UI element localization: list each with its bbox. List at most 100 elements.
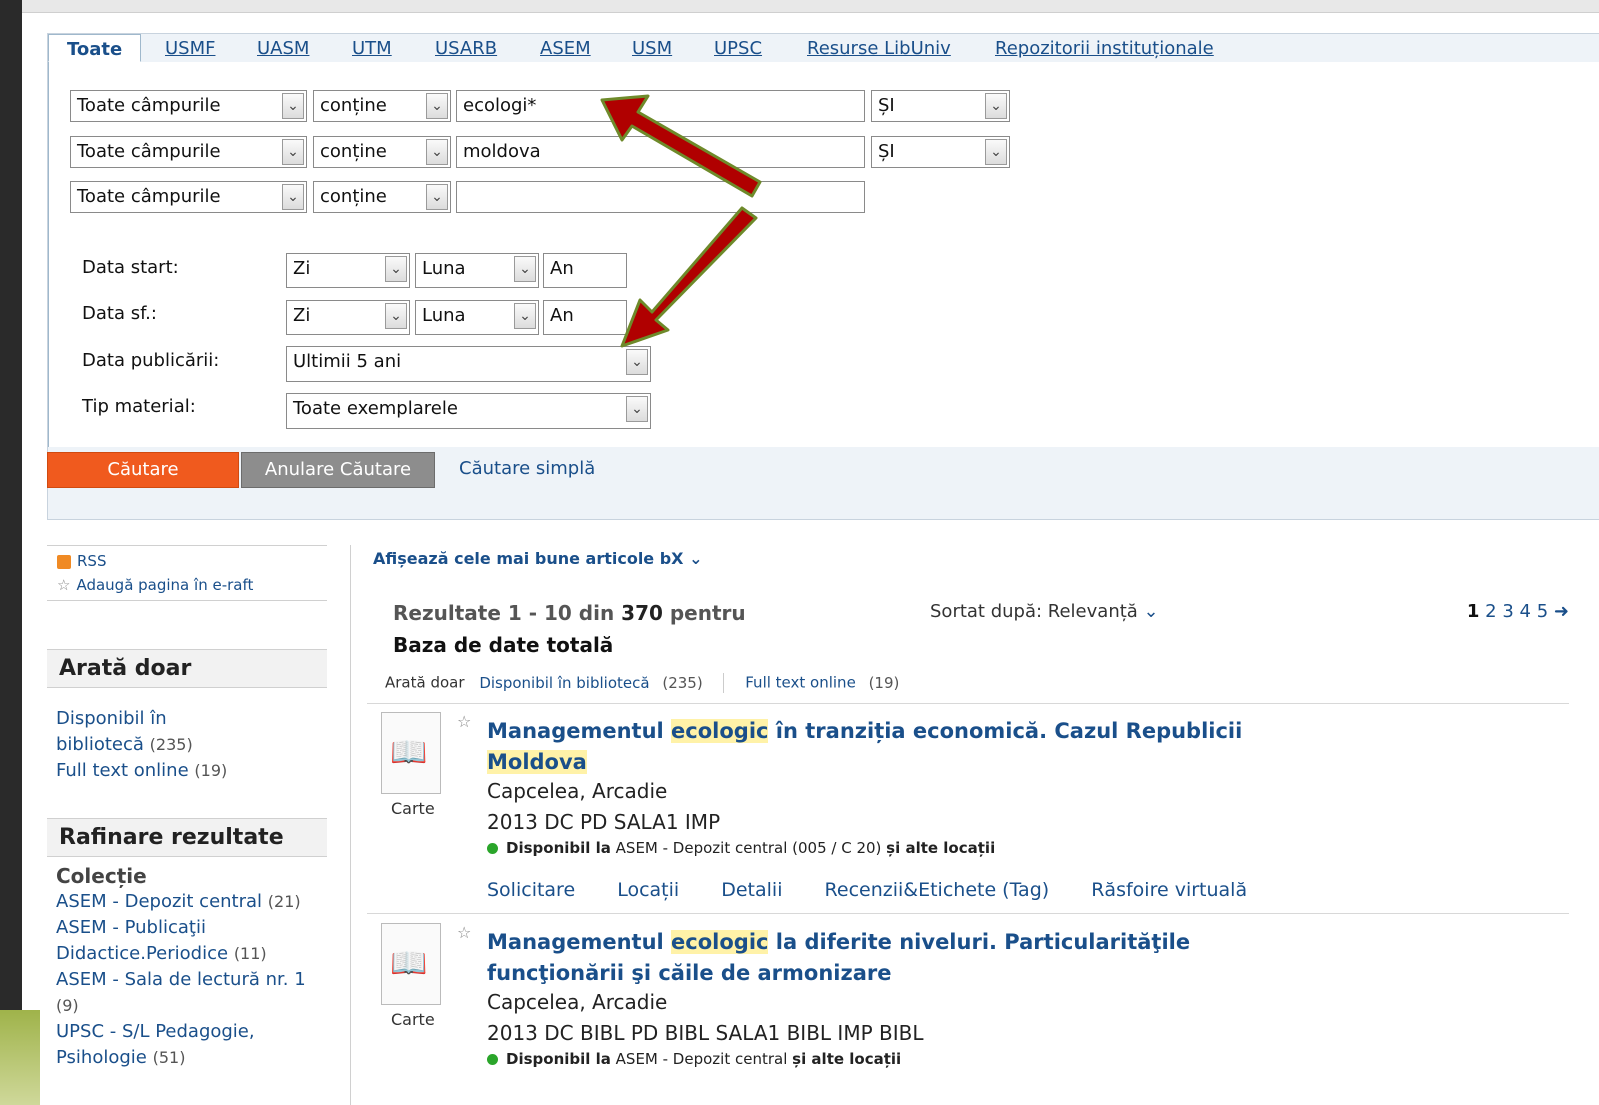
rss-link[interactable]: RSS bbox=[57, 552, 317, 570]
page-1[interactable]: 1 bbox=[1467, 601, 1480, 622]
page-3[interactable]: 3 bbox=[1502, 601, 1513, 622]
reviews-tags-link[interactable]: Recenzii&Etichete (Tag) bbox=[825, 879, 1050, 901]
facet-available[interactable]: Disponibil în bibliotecă (235) bbox=[56, 706, 256, 758]
book-thumbnail[interactable]: 📖 bbox=[381, 712, 441, 794]
filter-available-link[interactable]: Disponibil în bibliotecă bbox=[479, 674, 649, 692]
add-to-shelf-link[interactable]: ☆ Adaugă pagina în e-raft bbox=[57, 576, 317, 594]
divider bbox=[367, 913, 1569, 914]
tab-usmf[interactable]: USMF bbox=[165, 38, 215, 59]
start-month-select[interactable]: Luna ⌄ bbox=[415, 253, 539, 288]
chevron-down-icon: ⌄ bbox=[282, 93, 304, 119]
record-callnumber: 2013 DC BIBL PD BIBL SALA1 BIBL IMP BIBL bbox=[487, 1021, 924, 1045]
pub-date-select[interactable]: Ultimii 5 ani ⌄ bbox=[286, 346, 651, 382]
search-input-2[interactable]: moldova bbox=[456, 136, 865, 168]
facet-collection[interactable]: UPSC - S/L Pedagogie, Psihologie (51) bbox=[56, 1019, 318, 1071]
tab-resurse-libuniv[interactable]: Resurse LibUniv bbox=[807, 38, 951, 59]
facet-collection[interactable]: ASEM - Sala de lectură nr. 1 (9) bbox=[56, 967, 318, 1019]
chevron-down-icon: ⌄ bbox=[385, 303, 407, 329]
rss-icon bbox=[57, 554, 71, 569]
record-type: Carte bbox=[391, 1010, 435, 1029]
bx-articles-toggle[interactable]: Afișează cele mai bune articole bX ⌄ bbox=[373, 549, 703, 568]
database-name: Baza de date totală bbox=[393, 633, 614, 657]
start-date-label: Data start: bbox=[82, 257, 179, 278]
next-arrow-icon[interactable]: ➜ bbox=[1554, 601, 1569, 622]
search-button[interactable]: Căutare bbox=[47, 452, 239, 488]
page-5[interactable]: 5 bbox=[1537, 601, 1548, 622]
chevron-down-icon: ⌄ bbox=[426, 93, 448, 119]
sort-select[interactable]: Sortat după: Relevanță ⌄ bbox=[930, 601, 1159, 622]
star-icon[interactable]: ☆ bbox=[457, 923, 471, 942]
book-thumbnail[interactable]: 📖 bbox=[381, 923, 441, 1005]
chevron-down-icon: ⌄ bbox=[426, 184, 448, 210]
field-select-2[interactable]: Toate câmpurile ⌄ bbox=[70, 136, 307, 168]
library-tabs: Toate USMF UASM UTM USARB ASEM USM UPSC … bbox=[48, 34, 1599, 63]
divider bbox=[367, 703, 1569, 704]
availability-status: Disponibil la ASEM - Depozit central (00… bbox=[487, 839, 995, 857]
bool-select-2[interactable]: ȘI ⌄ bbox=[871, 136, 1010, 168]
page-2[interactable]: 2 bbox=[1485, 601, 1496, 622]
left-dark-bar bbox=[0, 0, 22, 1105]
record-type: Carte bbox=[391, 799, 435, 818]
availability-status: Disponibil la ASEM - Depozit central și … bbox=[487, 1050, 901, 1068]
page-4[interactable]: 4 bbox=[1520, 601, 1531, 622]
material-type-select[interactable]: Toate exemplarele ⌄ bbox=[286, 393, 651, 429]
button-bar: Căutare Anulare Căutare Căutare simplă bbox=[47, 452, 1599, 489]
chevron-down-icon: ⌄ bbox=[426, 139, 448, 165]
details-link[interactable]: Detalii bbox=[721, 879, 782, 901]
virtual-browse-link[interactable]: Răsfoire virtuală bbox=[1091, 879, 1247, 901]
record-title-link[interactable]: Managementul ecologic în tranziția econo… bbox=[487, 716, 1247, 778]
request-link[interactable]: Solicitare bbox=[487, 879, 575, 901]
tab-repozitorii[interactable]: Repozitorii instituționale bbox=[995, 38, 1214, 59]
chevron-down-icon: ⌄ bbox=[626, 396, 648, 422]
start-year-input[interactable]: An bbox=[543, 253, 627, 288]
simple-search-link[interactable]: Căutare simplă bbox=[459, 458, 595, 479]
tab-uasm[interactable]: UASM bbox=[257, 38, 309, 59]
start-day-select[interactable]: Zi ⌄ bbox=[286, 253, 410, 288]
operator-select-3[interactable]: conține ⌄ bbox=[313, 181, 451, 213]
filter-fulltext-link[interactable]: Full text online bbox=[745, 674, 856, 692]
available-dot-icon bbox=[487, 1054, 498, 1065]
record-callnumber: 2013 DC PD SALA1 IMP bbox=[487, 810, 721, 834]
facet-fulltext[interactable]: Full text online (19) bbox=[56, 758, 318, 784]
results-count: Rezultate 1 - 10 din 370 pentru bbox=[393, 601, 746, 625]
facet-collection[interactable]: ASEM - Publicaţii Didactice.Periodice (1… bbox=[56, 915, 318, 967]
record-actions: Solicitare Locații Detalii Recenzii&Etic… bbox=[487, 879, 1283, 901]
chevron-down-icon: ⌄ bbox=[385, 256, 407, 282]
end-year-input[interactable]: An bbox=[543, 300, 627, 335]
refine-heading: Rafinare rezultate bbox=[47, 818, 327, 857]
chevron-down-icon: ⌄ bbox=[626, 349, 648, 375]
bool-select-1[interactable]: ȘI ⌄ bbox=[871, 90, 1010, 122]
end-day-select[interactable]: Zi ⌄ bbox=[286, 300, 410, 335]
field-select-3[interactable]: Toate câmpurile ⌄ bbox=[70, 181, 307, 213]
record-title-link[interactable]: Managementul ecologic la diferite nivelu… bbox=[487, 927, 1247, 989]
show-only-heading: Arată doar bbox=[47, 649, 327, 688]
record-author: Capcelea, Arcadie bbox=[487, 779, 668, 803]
collection-heading: Colecție bbox=[56, 864, 147, 888]
operator-select-1[interactable]: conține ⌄ bbox=[313, 90, 451, 122]
book-icon: 📖 bbox=[390, 946, 428, 981]
star-icon: ☆ bbox=[57, 576, 71, 594]
tab-asem[interactable]: ASEM bbox=[540, 38, 591, 59]
end-month-select[interactable]: Luna ⌄ bbox=[415, 300, 539, 335]
search-input-3[interactable] bbox=[456, 181, 865, 213]
cancel-search-button[interactable]: Anulare Căutare bbox=[241, 452, 435, 488]
tab-usm[interactable]: USM bbox=[632, 38, 672, 59]
operator-select-2[interactable]: conține ⌄ bbox=[313, 136, 451, 168]
star-icon[interactable]: ☆ bbox=[457, 712, 471, 731]
tab-upsc[interactable]: UPSC bbox=[714, 38, 762, 59]
tab-utm[interactable]: UTM bbox=[352, 38, 392, 59]
field-select-1[interactable]: Toate câmpurile ⌄ bbox=[70, 90, 307, 122]
end-date-label: Data sf.: bbox=[82, 303, 157, 324]
pagination: 1 2 3 4 5 ➜ bbox=[1467, 601, 1569, 622]
sidebar-tools: RSS ☆ Adaugă pagina în e-raft bbox=[47, 545, 327, 601]
tab-usarb[interactable]: USARB bbox=[435, 38, 497, 59]
sidebar: RSS ☆ Adaugă pagina în e-raft Arată doar … bbox=[47, 545, 327, 1077]
record-author: Capcelea, Arcadie bbox=[487, 990, 668, 1014]
chevron-down-icon: ⌄ bbox=[1143, 601, 1159, 622]
locations-link[interactable]: Locații bbox=[617, 879, 679, 901]
tab-toate[interactable]: Toate bbox=[48, 34, 142, 62]
facet-collection[interactable]: ASEM - Depozit central (21) bbox=[56, 889, 318, 915]
search-input-1[interactable]: ecologi* bbox=[456, 90, 865, 122]
top-strip bbox=[22, 0, 1599, 13]
chevron-down-icon: ⌄ bbox=[514, 303, 536, 329]
